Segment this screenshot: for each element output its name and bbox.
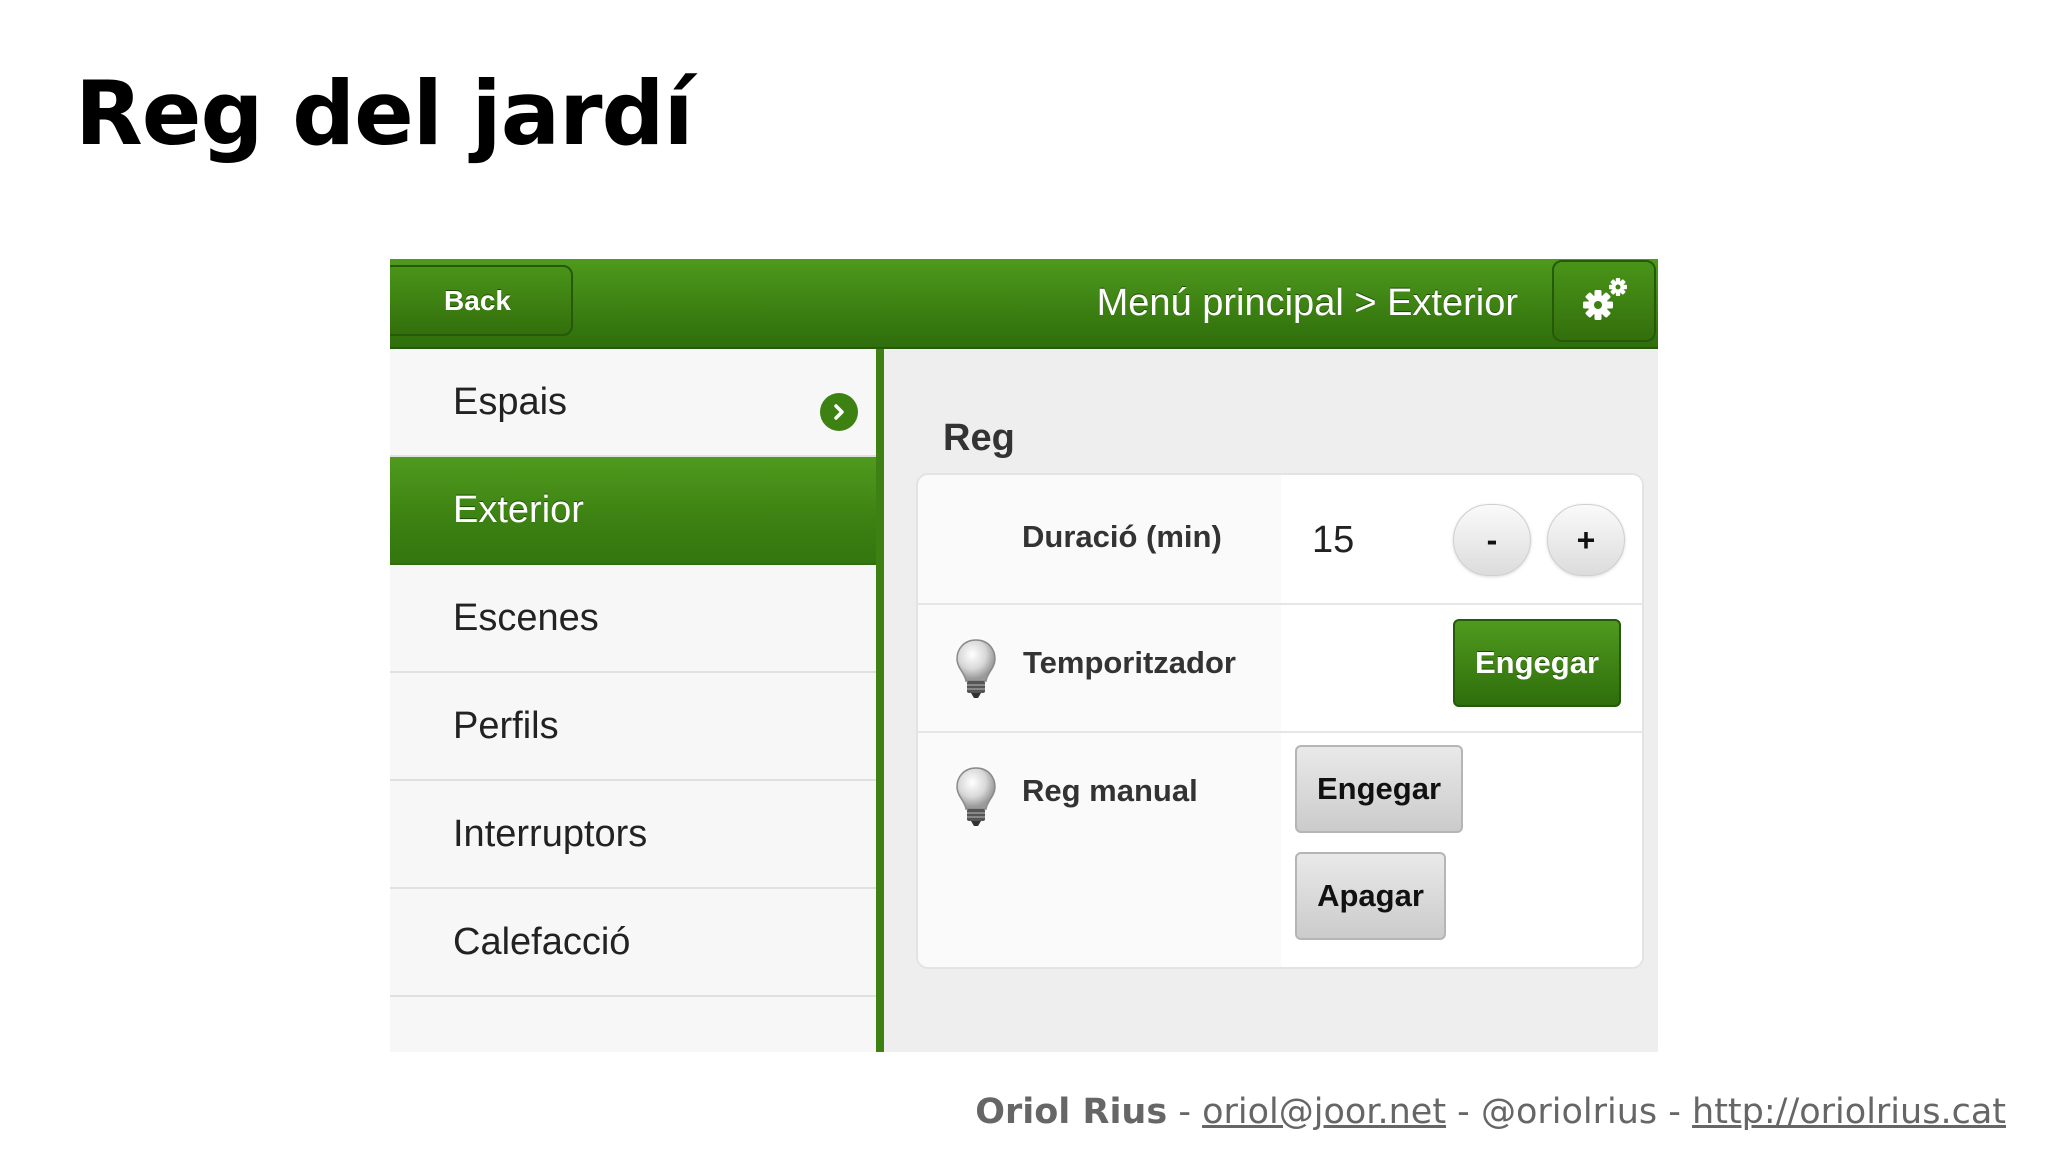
sidebar-item-label: Perfils [453, 704, 559, 747]
settings-button[interactable] [1552, 260, 1656, 342]
app-screenshot: Back Menú principal > Exterior Espais Ex… [390, 259, 1658, 1052]
app-header: Back Menú principal > Exterior [390, 259, 1658, 349]
sidebar-item-label: Exterior [453, 488, 584, 531]
sidebar-item-label: Escenes [453, 596, 599, 639]
sidebar-item-label: Interruptors [453, 812, 648, 855]
slide-title: Reg del jardí [75, 62, 694, 165]
footer-separator: - [1446, 1092, 1481, 1132]
decrease-button[interactable]: - [1453, 504, 1531, 576]
irrigation-panel: Duració (min) 15 - + Temporitzador Engeg… [916, 473, 1644, 969]
email-link[interactable]: oriol@joor.net [1202, 1092, 1446, 1132]
duration-value[interactable]: 15 [1312, 519, 1354, 562]
main-content: Reg Duració (min) 15 - + Temporitzador E… [884, 349, 1658, 1052]
manual-off-button[interactable]: Apagar [1295, 852, 1446, 940]
sidebar-item-exterior[interactable]: Exterior [390, 457, 876, 565]
back-button[interactable]: Back [390, 265, 573, 336]
duration-row: Duració (min) 15 - + [918, 475, 1642, 605]
duration-label: Duració (min) [1022, 519, 1222, 554]
sidebar-item-label: Espais [453, 380, 568, 423]
increase-button[interactable]: + [1547, 504, 1625, 576]
sidebar: Espais Exterior Escenes Perfils Interrup… [390, 349, 884, 1052]
sidebar-item-espais[interactable]: Espais [390, 349, 876, 457]
sidebar-item-escenes[interactable]: Escenes [390, 565, 876, 673]
manual-row: Reg manual Engegar Apagar [918, 733, 1642, 967]
manual-on-button[interactable]: Engegar [1295, 745, 1463, 833]
sidebar-item-label: Calefacció [453, 920, 631, 963]
website-link[interactable]: http://oriolrius.cat [1692, 1092, 2006, 1132]
sidebar-item-perfils[interactable]: Perfils [390, 673, 876, 781]
timer-label: Temporitzador [1023, 645, 1236, 680]
twitter-handle: @oriolrius [1480, 1092, 1658, 1132]
chevron-right-icon [820, 393, 858, 431]
footer-separator: - [1657, 1092, 1693, 1132]
author-name: Oriol Rius [975, 1092, 1168, 1132]
manual-label: Reg manual [1022, 773, 1198, 808]
sidebar-item-calefaccio[interactable]: Calefacció [390, 889, 876, 997]
gears-icon [1583, 278, 1627, 320]
timer-row: Temporitzador Engegar [918, 605, 1642, 733]
footer-credits: Oriol Rius - oriol@joor.net - @oriolrius… [975, 1092, 2006, 1132]
timer-start-button[interactable]: Engegar [1453, 619, 1621, 707]
sidebar-item-interruptors[interactable]: Interruptors [390, 781, 876, 889]
lightbulb-icon [956, 767, 996, 826]
section-title: Reg [943, 417, 1015, 459]
lightbulb-icon [956, 639, 996, 698]
breadcrumb: Menú principal > Exterior [1096, 282, 1518, 324]
footer-separator: - [1167, 1092, 1203, 1132]
